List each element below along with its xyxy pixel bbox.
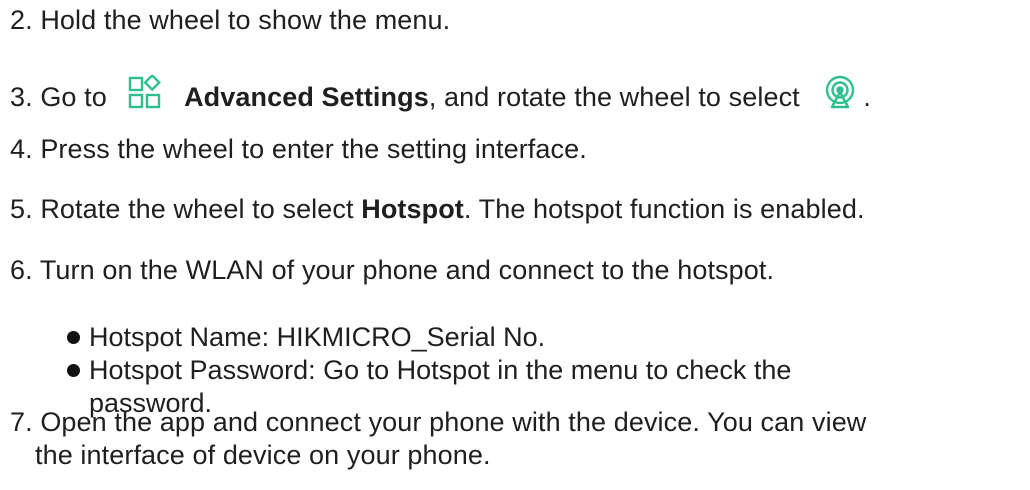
- step-7-line2: the interface of device on your phone.: [35, 440, 491, 470]
- hotspot-label: Hotspot: [361, 194, 464, 224]
- step-2: 2. Hold the wheel to show the menu.: [10, 4, 450, 37]
- advanced-settings-label: Advanced Settings: [184, 82, 429, 113]
- document-page: 2. Hold the wheel to show the menu. 3. G…: [0, 0, 1030, 490]
- step-3: 3. Go to Advanced Settings, and rotate t…: [10, 73, 871, 120]
- step-3-end: .: [863, 82, 871, 113]
- step-6: 6. Turn on the WLAN of your phone and co…: [10, 254, 774, 287]
- hotspot-icon: [823, 75, 857, 117]
- step-5-suffix: . The hotspot function is enabled.: [463, 194, 865, 224]
- hotspot-password-text: Hotspot Password: Go to Hotspot in the m…: [89, 355, 792, 385]
- bullet-dot-icon: [67, 364, 80, 377]
- step-7: 7. Open the app and connect your phone w…: [10, 406, 866, 472]
- step-2-text: 2. Hold the wheel to show the menu.: [10, 5, 451, 35]
- step-5-prefix: 5. Rotate the wheel to select: [10, 194, 362, 224]
- bullet-dot-icon: [67, 331, 80, 344]
- step-3-middle: , and rotate the wheel to select: [428, 82, 800, 113]
- step-3-prefix: 3. Go to: [10, 82, 107, 113]
- hotspot-name-text: Hotspot Name: HIKMICRO_Serial No.: [89, 322, 546, 352]
- list-item: Hotspot Name: HIKMICRO_Serial No.: [67, 321, 791, 354]
- step-7-line1: 7. Open the app and connect your phone w…: [10, 407, 867, 437]
- step-5: 5. Rotate the wheel to select Hotspot. T…: [10, 193, 865, 226]
- step-6-text: 6. Turn on the WLAN of your phone and co…: [10, 255, 775, 285]
- step-4: 4. Press the wheel to enter the setting …: [10, 133, 587, 166]
- advanced-settings-icon: [128, 73, 162, 117]
- step-4-text: 4. Press the wheel to enter the setting …: [10, 134, 587, 164]
